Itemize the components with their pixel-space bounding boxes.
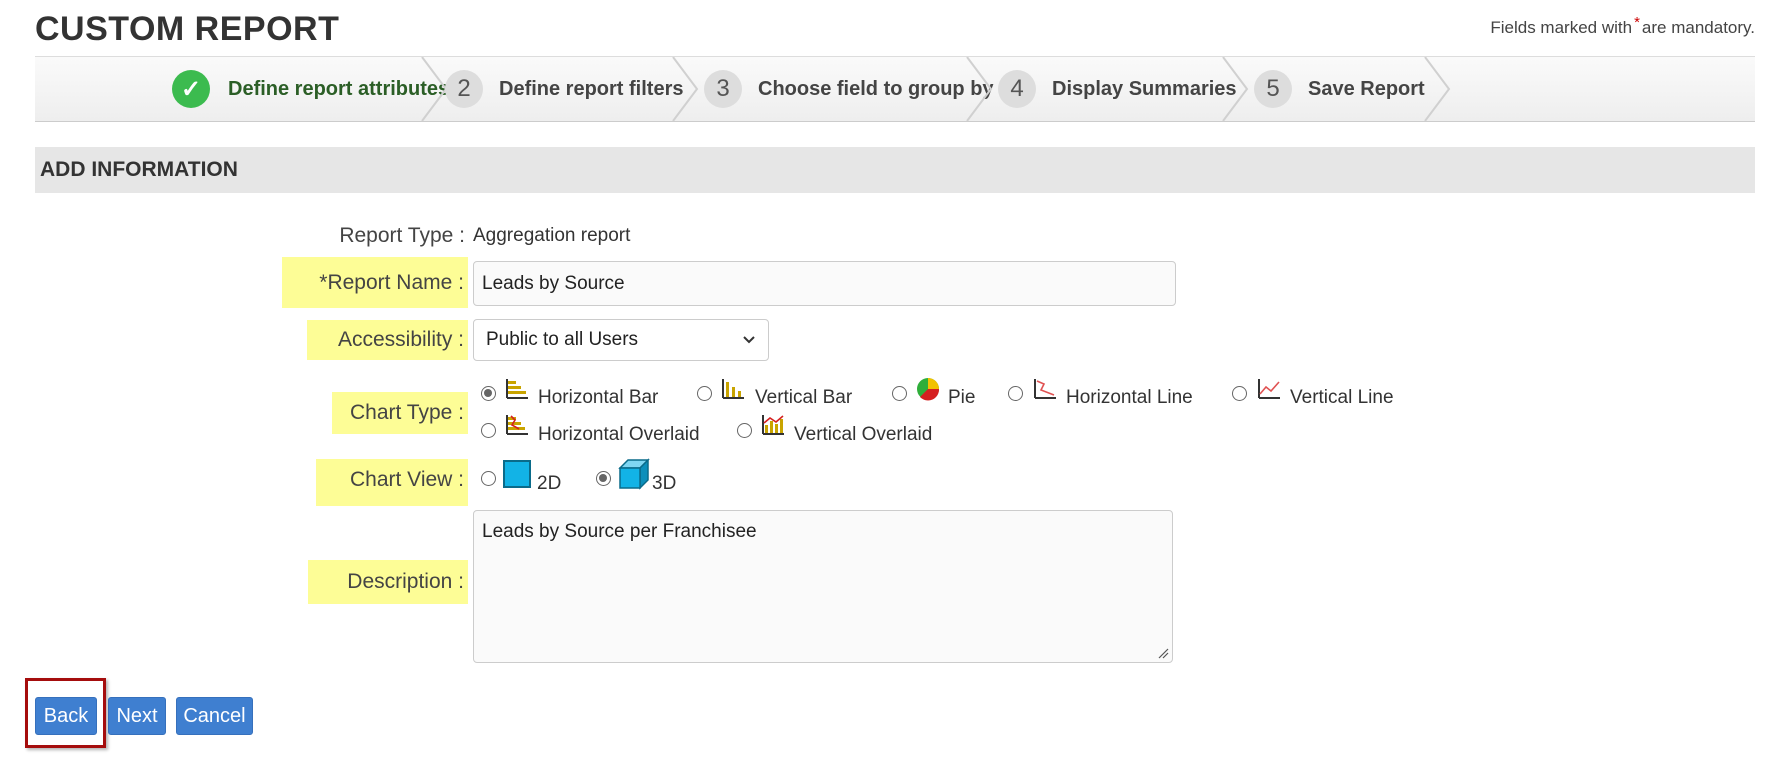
chart-type-option-label[interactable]: Horizontal Line — [1066, 387, 1193, 409]
chart-view-label: Chart View : — [316, 459, 468, 506]
chart-type-option-label[interactable]: Vertical Bar — [755, 387, 852, 409]
chart-type-pie-radio[interactable] — [892, 386, 907, 401]
step-number: 2 — [445, 70, 483, 108]
mandatory-prefix: Fields marked with — [1490, 18, 1633, 37]
page-title: CUSTOM REPORT — [35, 10, 340, 48]
horizontal-overlaid-chart-icon — [506, 415, 528, 435]
chart-type-horizontal-bar-radio[interactable] — [481, 386, 496, 401]
vertical-overlaid-chart-icon — [762, 415, 784, 435]
wizard-step-label: Define report filters — [499, 77, 684, 100]
wizard-step-label: Display Summaries — [1052, 77, 1237, 100]
cancel-button[interactable]: Cancel — [176, 697, 253, 735]
step-number: 3 — [704, 70, 742, 108]
wizard-step-4[interactable]: 4 Display Summaries — [998, 57, 1237, 121]
resize-handle-icon[interactable] — [1157, 647, 1169, 659]
chart-type-option-label[interactable]: Vertical Line — [1290, 387, 1394, 409]
chart-view-2d-radio[interactable] — [481, 471, 496, 486]
square-2d-icon — [503, 460, 531, 488]
chevron-separator-icon — [672, 57, 699, 121]
chart-type-horizontal-overlaid-radio[interactable] — [481, 423, 496, 438]
step-number: 5 — [1254, 70, 1292, 108]
wizard-step-label: Save Report — [1308, 77, 1425, 100]
chevron-separator-icon — [1424, 57, 1451, 121]
wizard-step-2[interactable]: 2 Define report filters — [445, 57, 683, 121]
wizard-step-label: Choose field to group by — [758, 77, 994, 100]
chart-view-option-label[interactable]: 2D — [537, 473, 561, 495]
vertical-line-chart-icon — [1258, 379, 1280, 399]
chart-type-option-label[interactable]: Horizontal Overlaid — [538, 424, 700, 446]
chart-type-vertical-overlaid-radio[interactable] — [737, 423, 752, 438]
description-label: Description : — [308, 560, 468, 604]
accessibility-label: Accessibility : — [307, 320, 468, 360]
chevron-down-icon — [743, 336, 755, 344]
wizard-step-3[interactable]: 3 Choose field to group by — [704, 57, 994, 121]
chart-type-vertical-bar-radio[interactable] — [697, 386, 712, 401]
chart-view-option-label[interactable]: 3D — [652, 473, 676, 495]
cube-3d-icon — [618, 458, 650, 490]
chart-type-option-label[interactable]: Pie — [948, 387, 975, 409]
accessibility-selected-value: Public to all Users — [486, 329, 639, 350]
wizard-step-1[interactable]: ✓ Define report attributes — [172, 57, 449, 121]
chart-type-label: Chart Type : — [332, 392, 468, 434]
horizontal-line-chart-icon — [1034, 379, 1056, 399]
chart-type-horizontal-line-radio[interactable] — [1008, 386, 1023, 401]
report-name-input[interactable]: Leads by Source — [473, 261, 1176, 306]
chart-type-option-label[interactable]: Horizontal Bar — [538, 387, 658, 409]
check-icon: ✓ — [172, 70, 210, 108]
section-header: ADD INFORMATION — [35, 147, 1755, 193]
back-button[interactable]: Back — [35, 697, 97, 735]
chevron-separator-icon — [966, 57, 993, 121]
chart-view-3d-radio[interactable] — [596, 471, 611, 486]
step-number: 4 — [998, 70, 1036, 108]
report-type-label: Report Type : — [339, 224, 465, 247]
pie-chart-icon — [917, 378, 940, 401]
accessibility-select[interactable]: Public to all Users — [473, 319, 769, 361]
description-value: Leads by Source per Franchisee — [482, 521, 757, 542]
report-type-value: Aggregation report — [473, 225, 631, 246]
vertical-bar-chart-icon — [722, 379, 744, 399]
wizard-steps: ✓ Define report attributes 2 Define repo… — [35, 56, 1755, 122]
chart-type-vertical-line-radio[interactable] — [1232, 386, 1247, 401]
horizontal-bar-chart-icon — [506, 379, 528, 399]
mandatory-suffix: are mandatory. — [1641, 18, 1755, 37]
chevron-separator-icon — [1222, 57, 1249, 121]
mandatory-star: * — [1634, 14, 1640, 31]
description-textarea[interactable]: Leads by Source per Franchisee — [473, 510, 1173, 663]
mandatory-note: Fields marked with * are mandatory. — [1490, 14, 1755, 38]
wizard-step-5[interactable]: 5 Save Report — [1254, 57, 1425, 121]
wizard-step-label: Define report attributes — [228, 77, 450, 100]
report-name-label: *Report Name : — [282, 257, 468, 308]
chart-type-option-label[interactable]: Vertical Overlaid — [794, 424, 932, 446]
next-button[interactable]: Next — [108, 697, 166, 735]
